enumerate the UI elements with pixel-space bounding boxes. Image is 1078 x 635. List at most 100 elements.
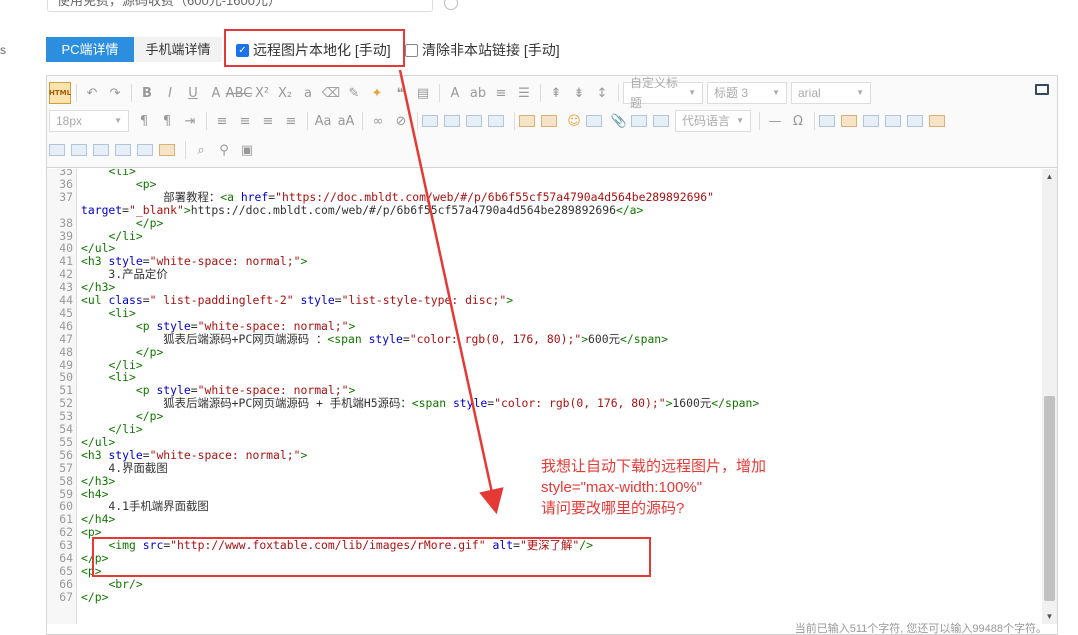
merge-down-icon[interactable]: [115, 144, 131, 156]
scroll-up-icon[interactable]: ▲: [1042, 169, 1057, 184]
special-char-icon[interactable]: Ω: [787, 110, 809, 132]
scrollbar-thumb[interactable]: [1044, 396, 1055, 601]
search-replace-icon[interactable]: ⚲: [213, 139, 235, 161]
code-token: "white-space: normal;": [149, 254, 301, 269]
html-source-button[interactable]: HTML: [49, 82, 71, 104]
align-right-icon[interactable]: ≡: [257, 110, 279, 132]
page-break-icon[interactable]: [586, 115, 602, 127]
code-token: >: [300, 254, 308, 269]
undo-icon[interactable]: ↶: [81, 82, 103, 104]
insert-image-icon[interactable]: [519, 115, 535, 127]
code-line-content: 狐表后端源码+PC网页端源码 ：<span style="color: rgb(…: [81, 332, 668, 346]
strikethrough-icon[interactable]: ABC: [226, 82, 253, 104]
unordered-list-icon[interactable]: ☰: [513, 82, 535, 104]
delete-row-icon[interactable]: [907, 115, 923, 127]
fullscreen-icon[interactable]: [1035, 84, 1049, 95]
code-token: </p>: [135, 344, 164, 359]
preview-icon[interactable]: ⌕: [190, 139, 212, 161]
code-token: </ul>: [81, 434, 116, 449]
align-left-icon[interactable]: ≡: [211, 110, 233, 132]
line-number: 38: [59, 215, 73, 230]
lowercase-icon[interactable]: aA: [335, 110, 357, 132]
italic-icon[interactable]: I: [159, 82, 181, 104]
delete-col-icon[interactable]: [49, 144, 65, 156]
link-icon[interactable]: ∞: [367, 110, 389, 132]
ordered-list-icon[interactable]: ≡: [490, 82, 512, 104]
code-token: "white-space: normal;": [149, 447, 301, 462]
background-color-icon[interactable]: ab: [467, 82, 489, 104]
blockquote-icon[interactable]: ❝: [389, 82, 411, 104]
background-icon[interactable]: [653, 115, 669, 127]
insert-table-icon[interactable]: [819, 115, 835, 127]
bold-icon[interactable]: B: [136, 82, 158, 104]
image-right-icon[interactable]: [466, 115, 482, 127]
auto-format-icon[interactable]: ✦: [366, 82, 388, 104]
merge-right-icon[interactable]: [93, 144, 109, 156]
code-token: <li>: [108, 370, 136, 385]
underline-icon[interactable]: U: [182, 82, 204, 104]
clear-links-checkbox[interactable]: [405, 43, 418, 57]
ltr-direction-icon[interactable]: ¶: [133, 110, 155, 132]
toolbar-separator: [439, 84, 440, 102]
format-brush-icon[interactable]: ✎: [343, 82, 365, 104]
template-icon[interactable]: [631, 115, 647, 127]
paste-text-icon[interactable]: ▤: [412, 82, 434, 104]
line-height-icon[interactable]: ↕: [591, 82, 613, 104]
image-center-icon[interactable]: [488, 115, 504, 127]
insert-col-icon[interactable]: [929, 115, 945, 127]
image-left-icon[interactable]: [444, 115, 460, 127]
line-number: 37: [59, 189, 73, 204]
insert-row-icon[interactable]: [885, 115, 901, 127]
font-family-select[interactable]: arial ▼: [791, 82, 871, 104]
code-token: 4.1手机端界面截图: [81, 499, 209, 514]
code-language-select[interactable]: 代码语言 ▼: [675, 110, 751, 132]
code-token: <p: [135, 383, 157, 398]
draft-icon[interactable]: ▣: [236, 139, 258, 161]
code-line-content: 狐表后端源码+PC网页端源码 + 手机端H5源码：<span style="co…: [81, 397, 759, 410]
eraser-icon[interactable]: ⌫: [320, 82, 342, 104]
font-border-icon[interactable]: A: [205, 82, 227, 104]
superscript-icon[interactable]: X²: [251, 82, 273, 104]
font-size-value: 18px: [56, 114, 83, 128]
print-icon[interactable]: [159, 144, 175, 156]
rtl-direction-icon[interactable]: ¶: [156, 110, 178, 132]
code-token: <p>: [135, 176, 157, 191]
uppercase-icon[interactable]: Aa: [312, 110, 334, 132]
image-none-icon[interactable]: [422, 115, 438, 127]
toolbar-separator: [540, 84, 541, 102]
indent-icon[interactable]: ⇥: [179, 110, 201, 132]
subscript-icon[interactable]: X₂: [274, 82, 296, 104]
font-case-icon[interactable]: a: [297, 82, 319, 104]
code-token: "white-space: normal;": [197, 383, 349, 398]
row-spacing-top-icon[interactable]: ⇞: [545, 82, 567, 104]
font-size-select[interactable]: 18px ▼: [49, 110, 129, 132]
tab-mobile-detail[interactable]: 手机端详情: [134, 37, 222, 62]
align-center-icon[interactable]: ≡: [234, 110, 256, 132]
clear-links-option[interactable]: 清除非本站链接 [手动]: [405, 40, 560, 60]
merge-cells-icon[interactable]: [71, 144, 87, 156]
insert-video-icon[interactable]: [541, 115, 557, 127]
split-cells-icon[interactable]: [137, 144, 153, 156]
insert-paragraph-before-table-icon[interactable]: [863, 115, 879, 127]
code-token: </h3>: [81, 473, 116, 488]
horizontal-rule-icon[interactable]: —: [764, 110, 786, 132]
font-color-icon[interactable]: A: [444, 82, 466, 104]
vertical-scrollbar[interactable]: ▲ ▼: [1042, 169, 1057, 624]
description-input[interactable]: 使用免费，源码收费（600元-1600元）: [47, 0, 433, 12]
unlink-icon[interactable]: ⊘: [390, 110, 412, 132]
delete-table-icon[interactable]: [841, 115, 857, 127]
heading-level-select[interactable]: 标题 3 ▼: [707, 82, 787, 104]
tab-pc-detail[interactable]: PC端详情: [46, 37, 134, 62]
help-icon[interactable]: [444, 0, 458, 10]
emotion-icon[interactable]: ☺: [563, 110, 585, 132]
align-justify-icon[interactable]: ≡: [280, 110, 302, 132]
chevron-down-icon: ▼: [772, 88, 780, 97]
toolbar-row-3: ⌕ ⚲ ▣: [49, 138, 259, 162]
editor-toolbar: HTML ↶ ↷ B I U A ABC X² X₂ a ⌫ ✎ ✦ ❝ ▤ A…: [47, 76, 1057, 168]
row-spacing-bottom-icon[interactable]: ⇟: [568, 82, 590, 104]
custom-heading-select[interactable]: 自定义标题 ▼: [623, 76, 703, 110]
toolbar-separator: [618, 84, 619, 102]
redo-icon[interactable]: ↷: [104, 82, 126, 104]
attachment-icon[interactable]: 📎: [608, 110, 630, 132]
code-token: </h3>: [81, 280, 116, 295]
